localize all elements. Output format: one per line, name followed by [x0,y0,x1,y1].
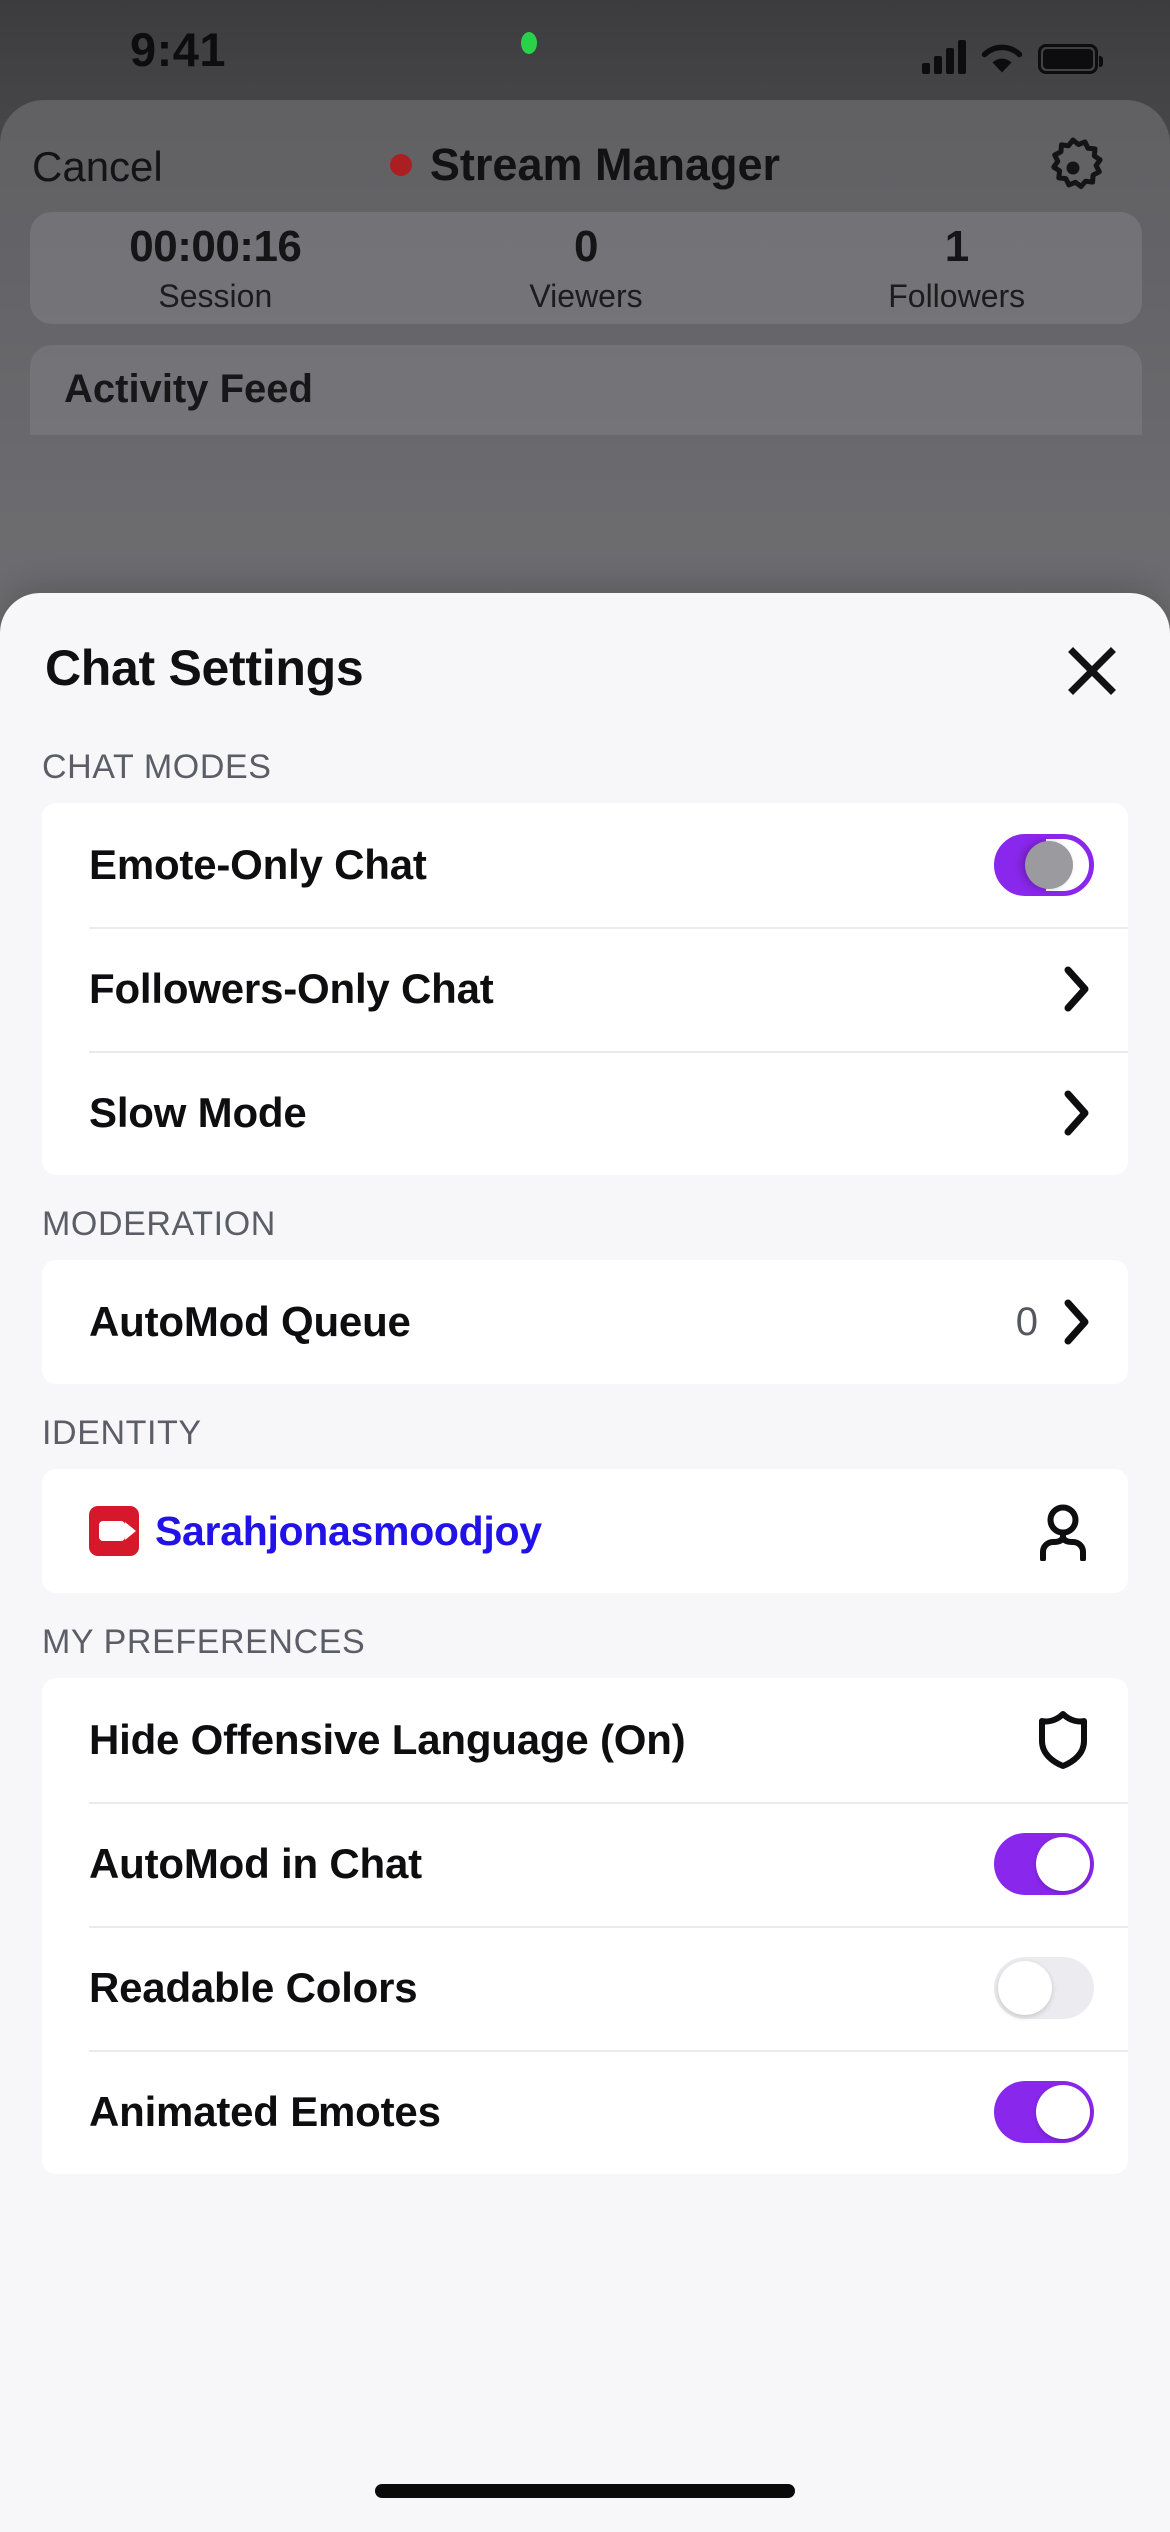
activity-feed-title: Activity Feed [64,367,313,411]
chevron-right-icon [1060,1089,1094,1137]
row-label: Followers-Only Chat [89,965,494,1012]
readable-colors-toggle[interactable] [994,1957,1094,2019]
animated-emotes-toggle[interactable] [994,2081,1094,2143]
row-automod-queue[interactable]: AutoMod Queue 0 [42,1260,1128,1384]
row-label: AutoMod in Chat [89,1840,422,1887]
battery-icon [1038,44,1103,74]
row-identity-username[interactable]: Sarahjonasmoodjoy [42,1469,1128,1593]
chat-settings-sheet: Chat Settings CHAT MODES Emote-Only Chat… [0,593,1170,2532]
emote-only-chat-toggle[interactable] [994,834,1094,896]
section-header-identity: IDENTITY [42,1414,202,1452]
stream-manager-navbar: Cancel Stream Manager [0,125,1170,205]
wifi-icon [980,40,1024,74]
automod-queue-count: 0 [1015,1299,1038,1344]
recording-indicator-icon [521,32,537,54]
row-automod-in-chat[interactable]: AutoMod in Chat [42,1802,1128,1926]
stat-label: Session [158,277,273,314]
identity-left-group: Sarahjonasmoodjoy [89,1506,1032,1556]
close-icon[interactable] [1056,635,1128,707]
chevron-right-icon [1060,965,1094,1013]
row-readable-colors[interactable]: Readable Colors [42,1926,1128,2050]
row-label: Emote-Only Chat [89,841,427,888]
page-title: Stream Manager [429,139,781,190]
row-label: Slow Mode [89,1089,307,1136]
section-header-moderation: MODERATION [42,1205,276,1243]
stat-label: Viewers [529,277,643,314]
home-indicator[interactable] [375,2484,795,2498]
live-dot-icon [389,154,412,176]
row-label: Hide Offensive Language (On) [89,1716,686,1763]
row-label: Readable Colors [89,1964,418,2011]
row-emote-only-chat[interactable]: Emote-Only Chat [42,803,1128,927]
gear-icon[interactable] [1038,133,1108,203]
identity-card: Sarahjonasmoodjoy [42,1469,1128,1593]
navbar-title-group: Stream Manager [0,125,1170,205]
my-preferences-card: Hide Offensive Language (On) AutoMod in … [42,1678,1128,2174]
activity-feed-panel: Activity Feed [30,345,1142,435]
moderation-card: AutoMod Queue 0 [42,1260,1128,1384]
stat-value: 00:00:16 [129,221,302,271]
status-bar-clock: 9:41 [129,23,227,76]
shield-icon[interactable] [1032,1709,1094,1771]
section-header-chat-modes: CHAT MODES [42,748,272,786]
stat-viewers: 0 Viewers [401,212,772,324]
row-animated-emotes[interactable]: Animated Emotes [42,2050,1128,2174]
status-bar-indicators [922,28,1103,74]
chevron-right-icon [1060,1298,1094,1346]
section-header-my-preferences: MY PREFERENCES [42,1623,366,1661]
stat-label: Followers [888,277,1026,314]
row-label: Animated Emotes [89,2088,441,2135]
sheet-header: Chat Settings [0,593,1170,718]
stream-stats-bar: 00:00:16 Session 0 Viewers 1 Followers [30,212,1142,324]
phone-screen: 9:41 Cancel Stream Manager 00:00:16 Sess… [0,0,1170,2532]
video-badge-icon [89,1506,139,1556]
stat-value: 1 [944,221,969,271]
username-label: Sarahjonasmoodjoy [155,1507,542,1554]
stat-session: 00:00:16 Session [30,212,401,324]
automod-in-chat-toggle[interactable] [994,1833,1094,1895]
row-followers-only-chat[interactable]: Followers-Only Chat [42,927,1128,1051]
row-hide-offensive-language[interactable]: Hide Offensive Language (On) [42,1678,1128,1802]
row-slow-mode[interactable]: Slow Mode [42,1051,1128,1175]
sheet-title: Chat Settings [45,640,364,696]
row-label: AutoMod Queue [89,1298,411,1345]
person-icon[interactable] [1032,1500,1094,1562]
cellular-signal-icon [922,40,966,74]
chat-modes-card: Emote-Only Chat Followers-Only Chat Slow… [42,803,1128,1175]
stat-followers: 1 Followers [771,212,1142,324]
stat-value: 0 [574,221,598,271]
